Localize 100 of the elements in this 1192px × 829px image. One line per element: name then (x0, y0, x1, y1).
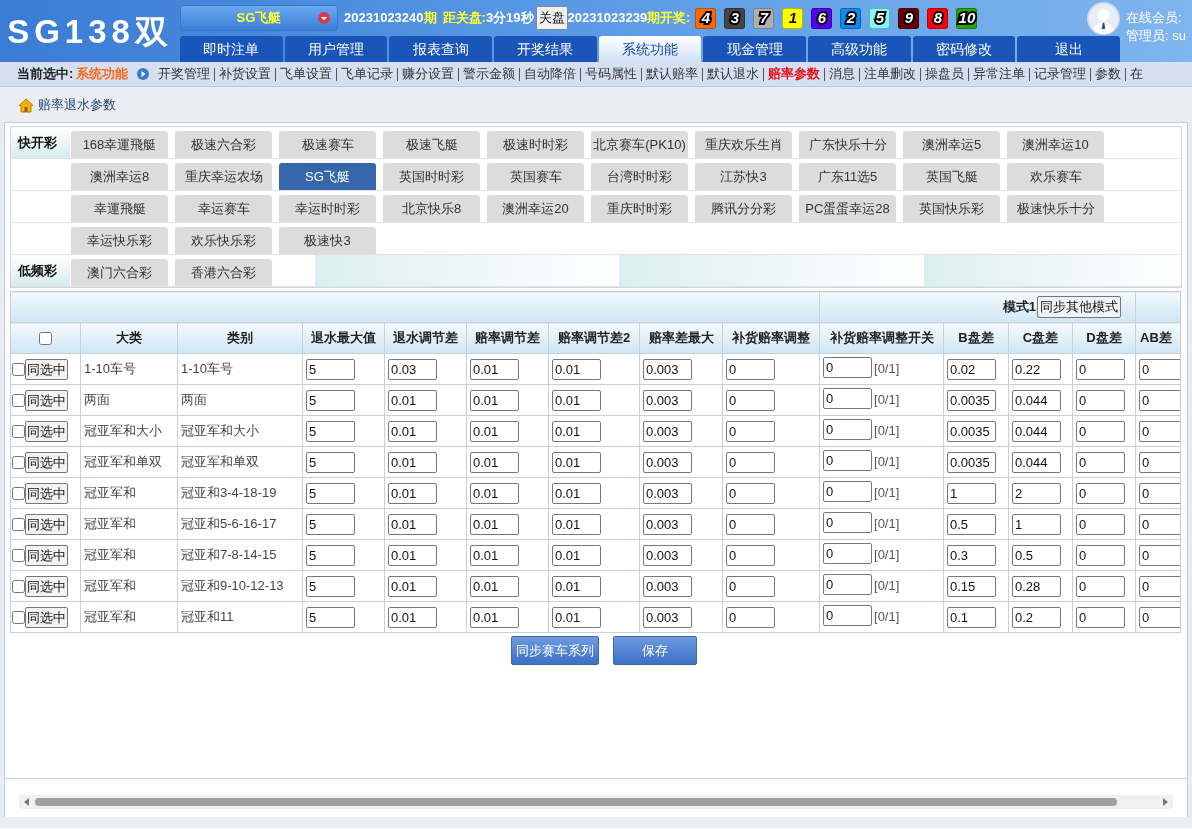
value-input[interactable]: 0 (726, 389, 775, 411)
game-tab[interactable]: PC蛋蛋幸运28 (799, 195, 896, 222)
subnav-link[interactable]: 飞单设置 (280, 64, 333, 84)
value-input[interactable]: 0.01 (552, 513, 601, 535)
nav-tab[interactable]: 用户管理 (284, 36, 388, 62)
subnav-link[interactable]: 注单删改 (864, 64, 917, 84)
subnav-link[interactable]: 号码属性 (585, 64, 638, 84)
value-input[interactable]: 0 (1076, 513, 1125, 535)
value-input[interactable]: 0 (823, 543, 872, 565)
nav-tab[interactable]: 现金管理 (703, 36, 807, 62)
value-input[interactable]: 0.01 (388, 482, 437, 504)
value-input[interactable]: 0 (1139, 358, 1180, 380)
subnav-link[interactable]: 消息 (829, 64, 856, 84)
value-input[interactable]: 0.22 (1012, 358, 1061, 380)
scrollbar-thumb[interactable] (35, 798, 1117, 806)
subnav-link[interactable]: 飞单记录 (341, 64, 394, 84)
select-all-checkbox[interactable] (39, 332, 52, 346)
game-tab[interactable]: 重庆幸运农场 (175, 163, 272, 190)
value-input[interactable]: 0.01 (388, 451, 437, 473)
value-input[interactable]: 0.003 (643, 482, 692, 504)
value-input[interactable]: 0 (1076, 606, 1125, 628)
value-input[interactable]: 0.003 (643, 544, 692, 566)
game-tab[interactable]: 极速赛车 (279, 131, 376, 158)
game-tab[interactable]: 澳洲幸运5 (903, 131, 1000, 158)
value-input[interactable]: 0 (1139, 513, 1180, 535)
action-button[interactable]: 同步赛车系列 (511, 636, 599, 665)
value-input[interactable]: 0.28 (1012, 575, 1061, 597)
row-checkbox[interactable] (12, 393, 25, 407)
subnav-link[interactable]: 参数 (1095, 64, 1122, 84)
value-input[interactable]: 0 (1076, 482, 1125, 504)
value-input[interactable]: 0 (1076, 575, 1125, 597)
value-input[interactable]: 0.01 (552, 420, 601, 442)
value-input[interactable]: 0.044 (1012, 451, 1061, 473)
sync-row-button[interactable]: 同选中 (25, 575, 68, 597)
value-input[interactable]: 0 (1139, 606, 1180, 628)
value-input[interactable]: 5 (306, 575, 355, 597)
value-input[interactable]: 1 (1012, 513, 1061, 535)
value-input[interactable]: 0 (726, 482, 775, 504)
value-input[interactable]: 0 (726, 420, 775, 442)
game-tab[interactable]: 广东快乐十分 (799, 131, 896, 158)
value-input[interactable]: 0 (1076, 358, 1125, 380)
value-input[interactable]: 0.01 (470, 544, 519, 566)
game-tab[interactable]: 江苏快3 (695, 163, 792, 190)
dropdown-icon[interactable] (318, 12, 330, 24)
value-input[interactable]: 5 (306, 482, 355, 504)
nav-tab[interactable]: 系统功能 (598, 36, 702, 62)
value-input[interactable]: 0 (823, 574, 872, 596)
value-input[interactable]: 1 (947, 482, 996, 504)
subnav-link[interactable]: 赚分设置 (402, 64, 455, 84)
game-tab[interactable]: SG飞艇 (279, 163, 376, 190)
value-input[interactable]: 0.02 (947, 358, 996, 380)
value-input[interactable]: 0.003 (643, 420, 692, 442)
value-input[interactable]: 0.15 (947, 575, 996, 597)
row-checkbox[interactable] (12, 486, 25, 500)
game-tab[interactable]: 澳门六合彩 (71, 259, 168, 286)
value-input[interactable]: 0.01 (552, 575, 601, 597)
row-checkbox[interactable] (12, 455, 25, 469)
game-tab[interactable]: 极速六合彩 (175, 131, 272, 158)
game-tab[interactable]: 重庆欢乐生肖 (695, 131, 792, 158)
game-tab[interactable]: 欢乐快乐彩 (175, 227, 272, 254)
value-input[interactable]: 0 (823, 512, 872, 534)
value-input[interactable]: 0 (1076, 544, 1125, 566)
nav-tab[interactable]: 报表查询 (389, 36, 492, 62)
subnav-link[interactable]: 开奖管理 (158, 64, 211, 84)
value-input[interactable]: 0.01 (470, 358, 519, 380)
nav-tab[interactable]: 即时注单 (180, 36, 283, 62)
value-input[interactable]: 0 (823, 605, 872, 627)
nav-tab[interactable]: 退出 (1017, 36, 1121, 62)
value-input[interactable]: 0 (1076, 451, 1125, 473)
subnav-link[interactable]: 默认赔率 (646, 64, 699, 84)
value-input[interactable]: 0.01 (388, 420, 437, 442)
game-tab[interactable]: 英国时时彩 (383, 163, 480, 190)
value-input[interactable]: 0.01 (552, 358, 601, 380)
value-input[interactable]: 0.0035 (947, 451, 996, 473)
value-input[interactable]: 0.003 (643, 606, 692, 628)
value-input[interactable]: 0.01 (388, 513, 437, 535)
scroll-left-icon[interactable] (23, 798, 31, 806)
sync-row-button[interactable]: 同选中 (25, 358, 68, 380)
value-input[interactable]: 0.003 (643, 513, 692, 535)
value-input[interactable]: 0.01 (552, 482, 601, 504)
nav-tab[interactable]: 密码修改 (912, 36, 1016, 62)
sync-row-button[interactable]: 同选中 (25, 606, 68, 628)
game-tab[interactable]: 北京快乐8 (383, 195, 480, 222)
sync-row-button[interactable]: 同选中 (25, 482, 68, 504)
value-input[interactable]: 0.003 (643, 358, 692, 380)
game-tab[interactable]: 重庆时时彩 (591, 195, 688, 222)
value-input[interactable]: 0 (1076, 389, 1125, 411)
value-input[interactable]: 0.003 (643, 389, 692, 411)
value-input[interactable]: 0.01 (470, 575, 519, 597)
value-input[interactable]: 0.01 (470, 420, 519, 442)
value-input[interactable]: 0.01 (470, 606, 519, 628)
value-input[interactable]: 0.003 (643, 451, 692, 473)
action-button[interactable]: 保存 (613, 636, 697, 665)
value-input[interactable]: 0 (726, 606, 775, 628)
value-input[interactable]: 0.044 (1012, 420, 1061, 442)
value-input[interactable]: 0.01 (470, 389, 519, 411)
sync-row-button[interactable]: 同选中 (25, 544, 68, 566)
row-checkbox[interactable] (12, 517, 25, 531)
value-input[interactable]: 0.01 (388, 389, 437, 411)
value-input[interactable]: 0.0035 (947, 389, 996, 411)
